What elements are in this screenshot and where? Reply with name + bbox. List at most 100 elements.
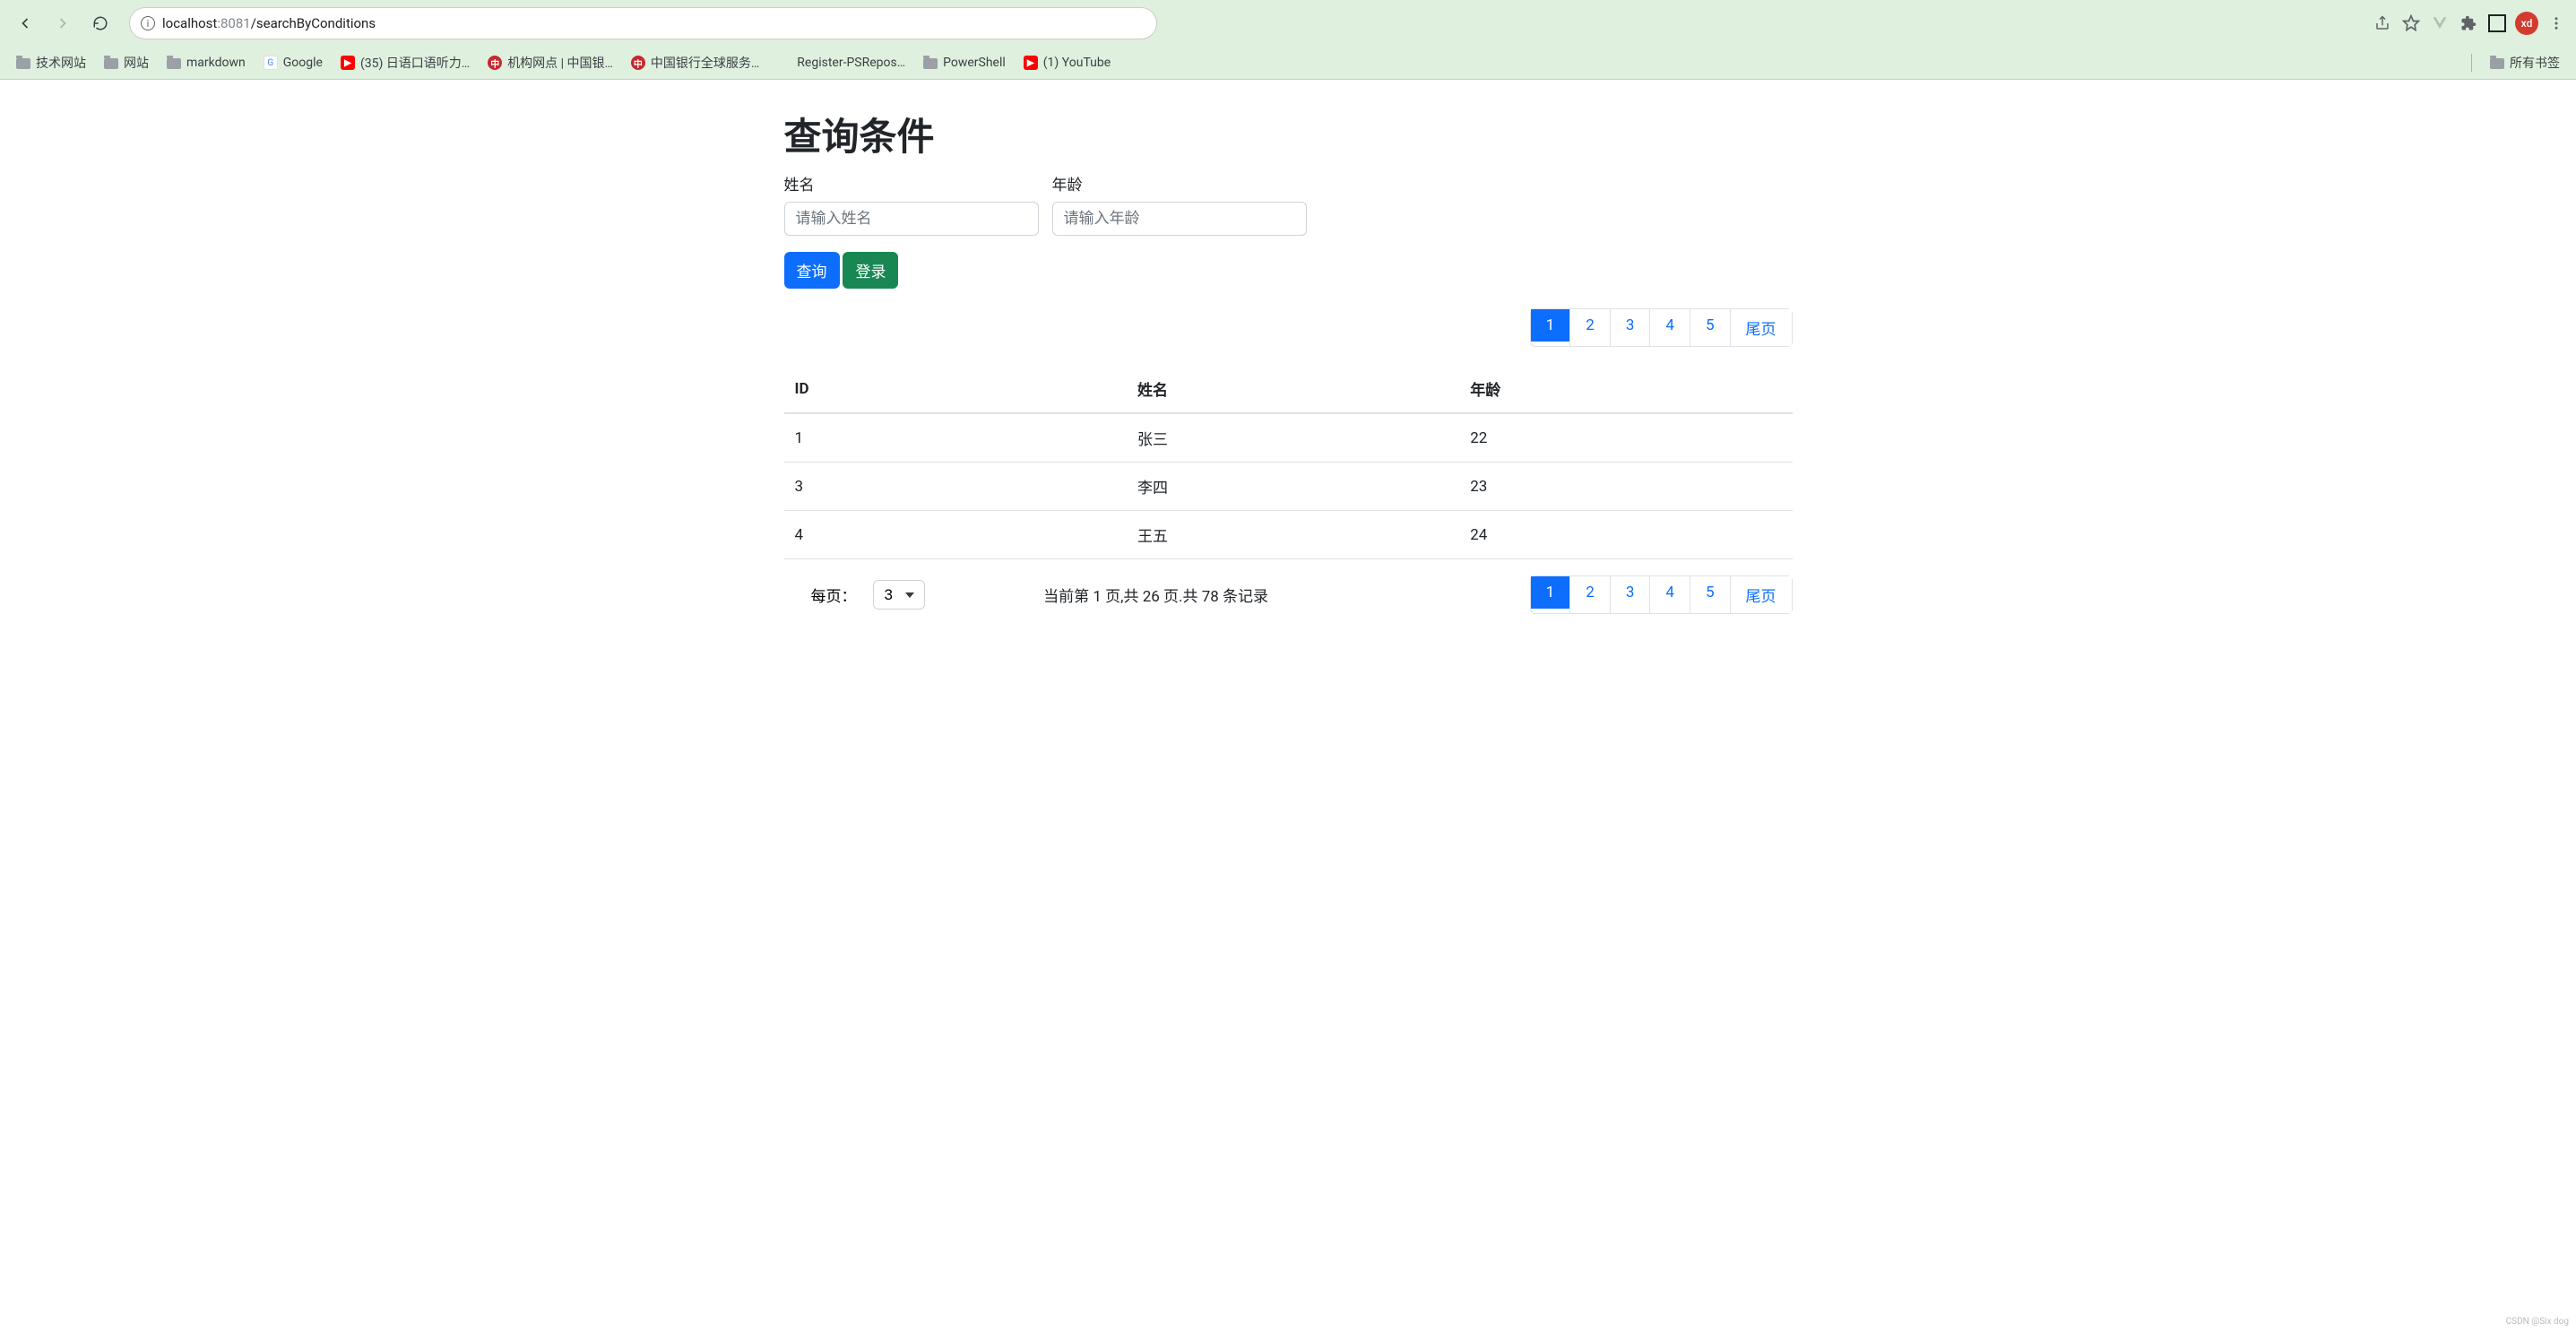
- page-link[interactable]: 2: [1570, 309, 1610, 342]
- cell-id: 4: [784, 511, 1128, 559]
- age-label: 年龄: [1052, 172, 1307, 195]
- page-item[interactable]: 4: [1649, 575, 1690, 614]
- bookmark-item[interactable]: markdown: [161, 52, 251, 74]
- bookmark-item[interactable]: 中中国银行全球服务…: [626, 50, 765, 75]
- name-input[interactable]: [784, 202, 1039, 236]
- page-link[interactable]: 3: [1611, 309, 1650, 342]
- bookmark-label: 网站: [124, 54, 149, 72]
- page-link[interactable]: 3: [1611, 576, 1650, 609]
- table-row: 1张三22: [784, 413, 1793, 463]
- page-container: 查询条件 姓名 年龄 查询 登录 12345尾页 ID 姓名 年龄 1张三223…: [771, 80, 1806, 641]
- bookmark-label: 机构网点 | 中国银…: [507, 54, 613, 72]
- bookmark-item[interactable]: ▶ (35) 日语口语听力…: [335, 50, 475, 75]
- reload-button[interactable]: [84, 7, 117, 39]
- bookmark-bar: 技术网站网站markdownGGoogle▶(35) 日语口语听力…中机构网点 …: [0, 47, 2576, 79]
- table-row: 3李四23: [784, 463, 1793, 511]
- browser-chrome: i localhost:8081/searchByConditions xd: [0, 0, 2576, 80]
- bookmark-label: PowerShell: [943, 56, 1006, 70]
- profile-avatar[interactable]: xd: [2515, 12, 2538, 35]
- all-bookmarks[interactable]: 所有书签: [2485, 50, 2565, 75]
- page-item[interactable]: 2: [1569, 575, 1611, 614]
- page-link[interactable]: 5: [1690, 309, 1730, 342]
- bookmark-item[interactable]: GGoogle: [258, 52, 328, 74]
- page-last[interactable]: 尾页: [1730, 575, 1793, 614]
- cell-id: 3: [784, 463, 1128, 511]
- table-header-row: ID 姓名 年龄: [784, 365, 1793, 413]
- results-table: ID 姓名 年龄 1张三223李四234王五24: [784, 365, 1793, 559]
- page-item[interactable]: 3: [1610, 308, 1651, 347]
- site-info-icon[interactable]: i: [141, 16, 155, 30]
- page-item[interactable]: 1: [1530, 575, 1571, 614]
- cell-age: 23: [1459, 463, 1792, 511]
- bookmark-label: Google: [283, 56, 323, 70]
- table-footer: 每页： 3 当前第 1 页,共 26 页.共 78 条记录 12345尾页: [784, 575, 1793, 614]
- forward-button[interactable]: [47, 7, 79, 39]
- bookmark-label: Register-PSRepos…: [797, 56, 905, 70]
- col-name: 姓名: [1127, 365, 1459, 413]
- col-age: 年龄: [1459, 365, 1792, 413]
- bookmark-label: markdown: [186, 56, 246, 70]
- page-link[interactable]: 1: [1531, 576, 1570, 609]
- query-button[interactable]: 查询: [784, 252, 840, 289]
- page-link[interactable]: 4: [1650, 309, 1690, 342]
- page-info-text: 当前第 1 页,共 26 页.共 78 条记录: [853, 584, 1459, 606]
- bookmark-item[interactable]: 技术网站: [11, 50, 91, 75]
- vue-extension-icon[interactable]: [2429, 13, 2451, 34]
- page-link[interactable]: 5: [1690, 576, 1730, 609]
- folder-icon: [2490, 58, 2504, 69]
- pagination-bottom: 12345尾页: [1531, 575, 1793, 614]
- page-link[interactable]: 尾页: [1731, 309, 1792, 346]
- cell-age: 22: [1459, 413, 1792, 463]
- bookmark-item[interactable]: Register-PSRepos…: [772, 52, 911, 74]
- page-link[interactable]: 尾页: [1731, 576, 1792, 613]
- cell-name: 王五: [1127, 511, 1459, 559]
- age-input[interactable]: [1052, 202, 1307, 236]
- table-row: 4王五24: [784, 511, 1793, 559]
- browser-toolbar: i localhost:8081/searchByConditions xd: [0, 0, 2576, 47]
- page-item[interactable]: 1: [1530, 308, 1571, 347]
- cell-id: 1: [784, 413, 1128, 463]
- per-page-label: 每页：: [811, 584, 857, 606]
- page-item[interactable]: 2: [1569, 308, 1611, 347]
- boc-icon: 中: [631, 56, 645, 70]
- cell-name: 李四: [1127, 463, 1459, 511]
- login-button[interactable]: 登录: [843, 252, 898, 289]
- page-item[interactable]: 5: [1690, 575, 1731, 614]
- share-icon[interactable]: [2372, 13, 2393, 34]
- boc-icon: 中: [488, 56, 502, 70]
- watermark: CSDN @Six dog: [2506, 1317, 2569, 1327]
- page-item[interactable]: 5: [1690, 308, 1731, 347]
- bookmark-label: (35) 日语口语听力…: [360, 54, 470, 72]
- page-item[interactable]: 4: [1649, 308, 1690, 347]
- bookmark-item[interactable]: 中机构网点 | 中国银…: [482, 50, 618, 75]
- page-link[interactable]: 1: [1531, 309, 1570, 342]
- address-bar[interactable]: i localhost:8081/searchByConditions: [129, 7, 1157, 39]
- folder-icon: [923, 58, 938, 69]
- back-button[interactable]: [9, 7, 41, 39]
- folder-icon: [167, 58, 181, 69]
- cell-name: 张三: [1127, 413, 1459, 463]
- name-label: 姓名: [784, 172, 1039, 195]
- menu-icon[interactable]: [2546, 13, 2567, 34]
- bookmark-item[interactable]: PowerShell: [918, 52, 1011, 74]
- pagination-top: 12345尾页: [784, 308, 1793, 347]
- folder-icon: [104, 58, 118, 69]
- folder-icon: [16, 58, 30, 69]
- bookmark-label: 技术网站: [36, 54, 86, 72]
- youtube-icon: ▶: [341, 56, 355, 70]
- page-item[interactable]: 3: [1610, 575, 1651, 614]
- col-id: ID: [784, 365, 1128, 413]
- bookmark-label: (1) YouTube: [1043, 56, 1111, 70]
- sidepanel-icon[interactable]: [2486, 13, 2508, 34]
- youtube-icon: ▶: [1024, 56, 1038, 70]
- cell-age: 24: [1459, 511, 1792, 559]
- bookmark-item[interactable]: 网站: [99, 50, 154, 75]
- bookmark-label: 中国银行全球服务…: [651, 54, 759, 72]
- bookmark-label: 所有书签: [2510, 54, 2560, 72]
- page-link[interactable]: 2: [1570, 576, 1610, 609]
- bookmark-star-icon[interactable]: [2400, 13, 2422, 34]
- page-last[interactable]: 尾页: [1730, 308, 1793, 347]
- extensions-icon[interactable]: [2458, 13, 2479, 34]
- page-link[interactable]: 4: [1650, 576, 1690, 609]
- bookmark-item[interactable]: ▶ (1) YouTube: [1018, 52, 1116, 74]
